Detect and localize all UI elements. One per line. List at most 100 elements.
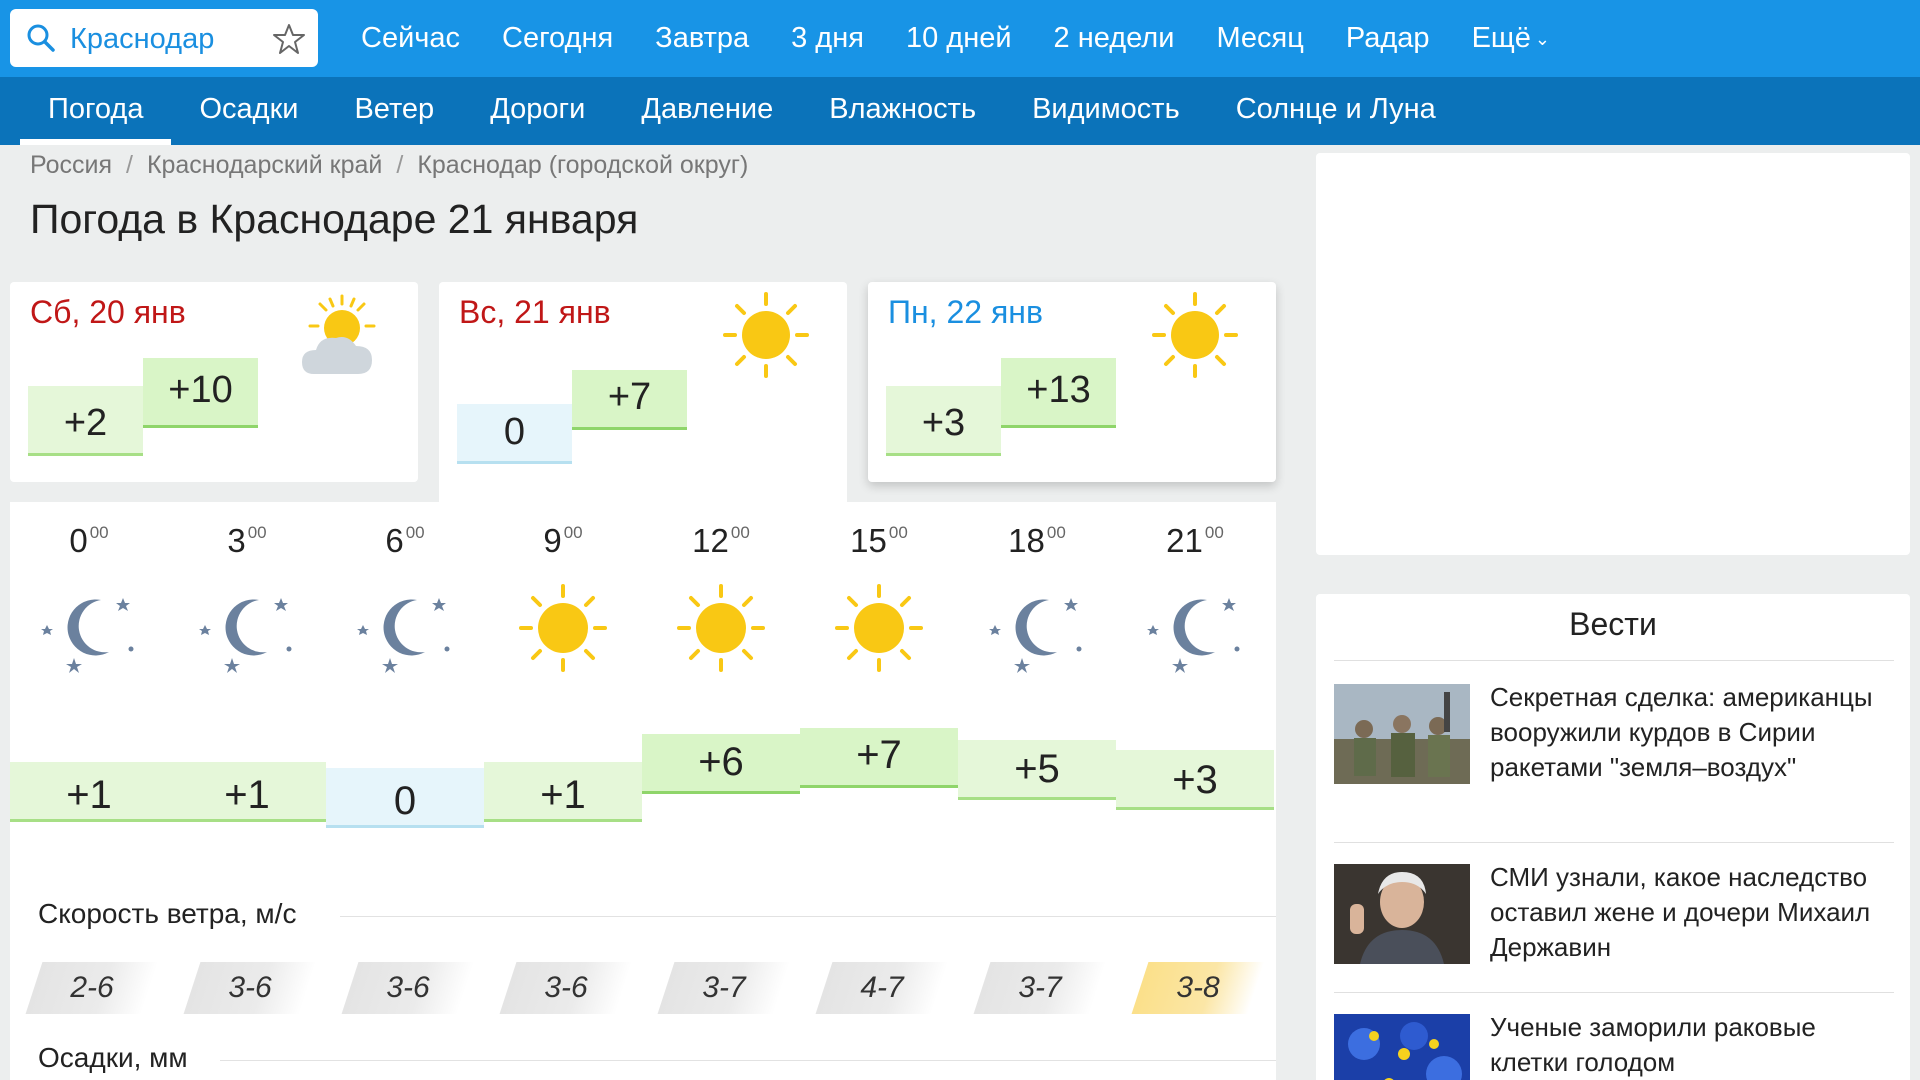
news-item[interactable]: Ученые заморили раковые клетки голодом: [1334, 1012, 1894, 1080]
news-thumbnail-cells[interactable]: [1334, 1014, 1470, 1080]
breadcrumb-separator: /: [396, 151, 404, 179]
news-thumbnail-soldiers[interactable]: [1334, 684, 1470, 784]
hour-time: 15 00: [800, 522, 958, 560]
news-item[interactable]: СМИ узнали, какое наследство оставил жен…: [1334, 862, 1894, 984]
chevron-down-icon: ⌄: [1534, 29, 1550, 50]
wind-speed-value: 3-6: [508, 962, 624, 1014]
city-search-box[interactable]: Краснодар: [10, 9, 318, 67]
nav-month[interactable]: Месяц: [1195, 0, 1324, 77]
nav-more-label: Ещё: [1471, 22, 1531, 54]
nav-now[interactable]: Сейчас: [340, 0, 481, 77]
day-min-temp: 0: [457, 404, 572, 464]
hour-value: 6: [385, 522, 404, 559]
hour-value: 15: [850, 522, 887, 559]
nav-2-weeks[interactable]: 2 недели: [1033, 0, 1196, 77]
partly-cloudy-icon: [302, 294, 376, 374]
hour-temp: +1: [484, 762, 642, 822]
precipitation-label: Осадки, мм: [38, 1042, 188, 1073]
hour-value: 12: [692, 522, 729, 559]
hour-value: 9: [543, 522, 562, 559]
hour-minutes: 00: [89, 523, 109, 542]
divider: [340, 916, 1276, 917]
day-card-sat[interactable]: Сб, 20 янв +2 +10: [10, 282, 418, 482]
news-headline[interactable]: Секретная сделка: американцы вооружили к…: [1490, 680, 1900, 785]
hour-temp: +5: [958, 740, 1116, 800]
wind-speed-text: 3-6: [386, 971, 430, 1004]
hour-minutes: 00: [1204, 523, 1224, 542]
news-headline[interactable]: Ученые заморили раковые клетки голодом: [1490, 1010, 1900, 1080]
hour-minutes: 00: [1046, 523, 1066, 542]
day-label: Сб, 20 янв: [30, 294, 186, 330]
search-icon[interactable]: [26, 23, 56, 53]
nav-radar[interactable]: Радар: [1325, 0, 1451, 77]
wind-speed-text: 2-6: [70, 971, 114, 1004]
breadcrumb-district[interactable]: Краснодар (городской округ): [417, 151, 748, 179]
page-title: Погода в Краснодаре 21 января: [30, 196, 639, 242]
tab-sun-moon[interactable]: Солнце и Луна: [1208, 77, 1464, 145]
tab-visibility[interactable]: Видимость: [1004, 77, 1208, 145]
hour-temp: +7: [800, 728, 958, 788]
hour-value: 0: [69, 522, 88, 559]
hour-minutes: 00: [888, 523, 908, 542]
hour-temp: +3: [1116, 750, 1274, 810]
nav-today[interactable]: Сегодня: [481, 0, 634, 77]
tab-roads[interactable]: Дороги: [462, 77, 613, 145]
hour-time: 0 00: [10, 522, 168, 560]
tab-precipitation[interactable]: Осадки: [171, 77, 326, 145]
wind-speed-value: 3-8: [1140, 962, 1256, 1014]
day-label: Вс, 21 янв: [459, 294, 611, 330]
breadcrumb: Россия / Краснодарский край / Краснодар (гор…: [30, 151, 748, 180]
hour-minutes: 00: [247, 523, 267, 542]
tab-pressure[interactable]: Давление: [613, 77, 801, 145]
hour-temp: +1: [10, 762, 168, 822]
nav-tomorrow[interactable]: Завтра: [634, 0, 770, 77]
wind-speed-text: 3-8: [1176, 971, 1220, 1004]
search-input[interactable]: Краснодар: [70, 23, 214, 56]
divider: [220, 1060, 1276, 1061]
moon-icon: [41, 598, 134, 673]
breadcrumb-region[interactable]: Краснодарский край: [147, 151, 382, 179]
day-label: Пн, 22 янв: [888, 294, 1043, 330]
day-card-mon[interactable]: Пн, 22 янв +3 +13: [868, 282, 1276, 482]
tab-wind[interactable]: Ветер: [326, 77, 462, 145]
news-headline[interactable]: СМИ узнали, какое наследство оставил жен…: [1490, 860, 1900, 965]
day-card-sun[interactable]: Вс, 21 янв 0 +7: [439, 282, 847, 502]
hourly-forecast: 0 00 3 00 6 00 9 00 12 00 15 00 18 00 21…: [10, 502, 1276, 1080]
divider: [1334, 842, 1894, 843]
wind-speed-text: 4-7: [860, 971, 904, 1004]
divider: [1334, 992, 1894, 993]
hour-value: 21: [1166, 522, 1203, 559]
news-item[interactable]: Секретная сделка: американцы вооружили к…: [1334, 682, 1894, 824]
hour-time: 3 00: [168, 522, 326, 560]
favorite-star-icon[interactable]: [272, 23, 306, 55]
hour-temp: +1: [168, 762, 326, 822]
category-nav: Погода Осадки Ветер Дороги Давление Влаж…: [20, 77, 1464, 145]
nav-3-days[interactable]: 3 дня: [770, 0, 885, 77]
sun-icon: [835, 584, 923, 672]
hour-time: 18 00: [958, 522, 1116, 560]
day-min-temp: +3: [886, 386, 1001, 456]
hour-minutes: 00: [730, 523, 750, 542]
nav-more[interactable]: Ещё ⌄: [1451, 0, 1571, 77]
wind-speed-value: 3-6: [350, 962, 466, 1014]
hour-time: 6 00: [326, 522, 484, 560]
breadcrumb-russia[interactable]: Россия: [30, 151, 112, 179]
sun-icon: [677, 584, 765, 672]
hour-value: 18: [1008, 522, 1045, 559]
top-navigation-bar: Краснодар Сейчас Сегодня Завтра 3 дня 10…: [0, 0, 1920, 77]
wind-speed-text: 3-7: [1018, 971, 1062, 1004]
tab-humidity[interactable]: Влажность: [801, 77, 1004, 145]
divider: [1334, 660, 1894, 661]
hour-time: 21 00: [1116, 522, 1274, 560]
breadcrumb-separator: /: [125, 151, 133, 179]
moon-icon: [1147, 598, 1240, 673]
wind-speed-value: 3-7: [666, 962, 782, 1014]
category-navigation-bar: Погода Осадки Ветер Дороги Давление Влаж…: [0, 77, 1920, 145]
nav-10-days[interactable]: 10 дней: [885, 0, 1033, 77]
period-nav: Сейчас Сегодня Завтра 3 дня 10 дней 2 не…: [340, 0, 1571, 77]
tab-weather[interactable]: Погода: [20, 77, 172, 145]
wind-speed-value: 3-7: [982, 962, 1098, 1014]
wind-speed-value: 2-6: [34, 962, 150, 1014]
news-thumbnail-portrait[interactable]: [1334, 864, 1470, 964]
wind-speed-text: 3-6: [544, 971, 588, 1004]
